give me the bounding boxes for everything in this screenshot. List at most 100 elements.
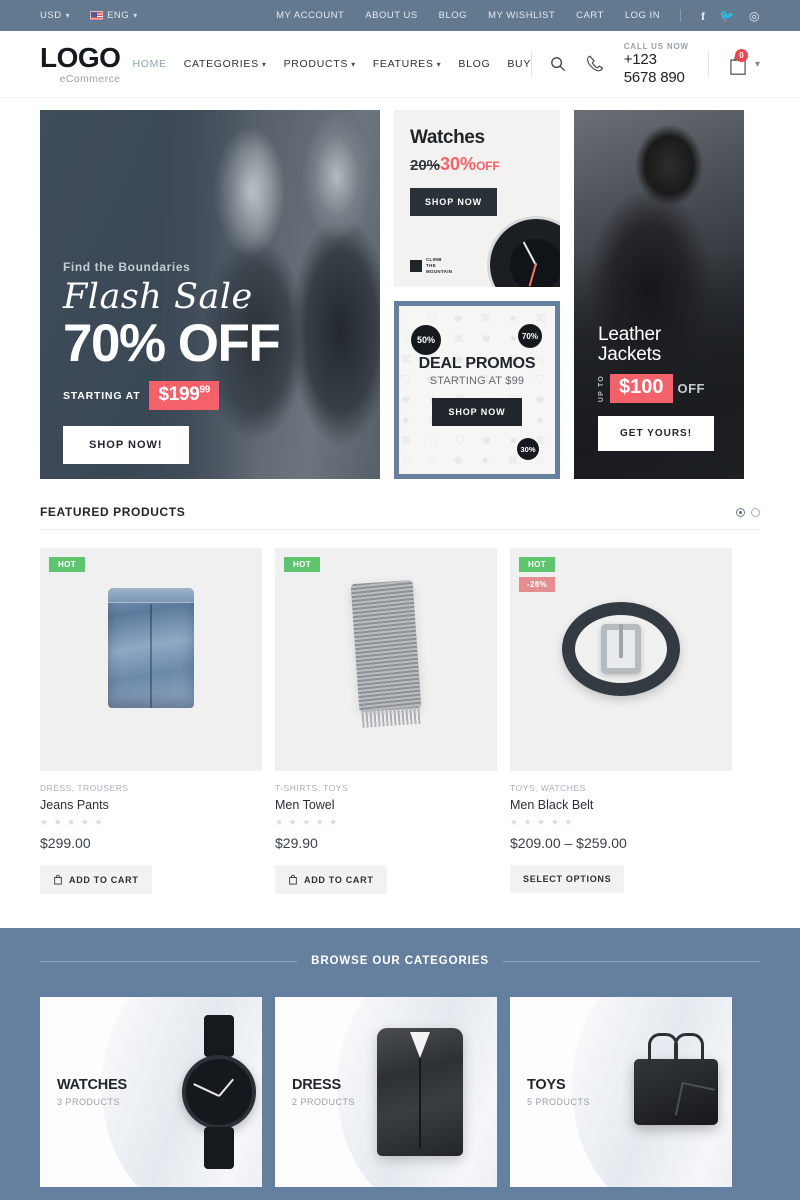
nav-item-categories[interactable]: CATEGORIES ▾	[184, 58, 267, 70]
hero-starting-label: STARTING AT	[63, 389, 141, 402]
deal-bubble-30: 30%	[517, 438, 539, 460]
select-options-button[interactable]: SELECT OPTIONS	[510, 865, 625, 893]
phone-icon[interactable]	[584, 53, 606, 75]
product-name[interactable]: Jeans Pants	[40, 798, 262, 812]
search-icon[interactable]	[550, 56, 566, 72]
watches-title: Watches	[410, 127, 485, 148]
deal-bubble-50: 50%	[411, 325, 441, 355]
top-bar-right: MY ACCOUNT ABOUT US BLOG MY WISHLIST CAR…	[276, 9, 760, 22]
category-count: 5 PRODUCTS	[527, 1097, 591, 1107]
call-us-label: CALL US NOW	[623, 42, 689, 52]
nav-item-home[interactable]: HOME	[132, 58, 166, 70]
jackets-get-yours-button[interactable]: GET YOURS!	[598, 416, 715, 451]
chevron-down-icon[interactable]: ▾	[755, 59, 760, 70]
product-card[interactable]: HOT DRESS, TROUSERS Jeans Pants ★ ★ ★ ★ …	[40, 548, 262, 894]
jackets-copy: Leather Jackets UP TO $100 OFF GET YOURS…	[598, 324, 715, 451]
hero-flash-sale-banner[interactable]: Find the Boundaries Flash Sale 70% OFF S…	[40, 110, 380, 479]
jackets-off-label: OFF	[677, 381, 705, 396]
product-category[interactable]: T-SHIRTS, TOYS	[275, 783, 497, 793]
hero-copy: Find the Boundaries Flash Sale 70% OFF S…	[63, 260, 281, 464]
cart-count-badge: 0	[735, 48, 749, 62]
chevron-down-icon: ▾	[351, 59, 356, 69]
topnav-blog[interactable]: BLOG	[439, 10, 467, 21]
product-image[interactable]: HOT	[275, 548, 497, 771]
product-grid: HOT DRESS, TROUSERS Jeans Pants ★ ★ ★ ★ …	[0, 530, 800, 894]
handbag-flap	[674, 1081, 716, 1123]
nav-label: CATEGORIES	[183, 58, 259, 70]
watches-promo-banner[interactable]: Watches 20% 30% OFF SHOP NOW CLIMB THE MOU…	[394, 110, 560, 287]
instagram-icon[interactable]: ◎	[749, 10, 760, 22]
product-price: $209.00 – $259.00	[510, 835, 627, 851]
topnav-cart[interactable]: CART	[576, 10, 604, 21]
nav-label: HOME	[132, 58, 167, 70]
climb-logo-mark	[410, 259, 422, 272]
jackets-title-line2: Jackets	[598, 344, 662, 366]
topnav-my-account[interactable]: MY ACCOUNT	[276, 10, 344, 21]
jackets-title: Leather Jackets	[598, 324, 714, 366]
hero-shop-now-button[interactable]: SHOP NOW!	[63, 426, 189, 464]
jackets-amount-badge: $100	[610, 374, 673, 403]
category-card-dress[interactable]: DRESS 2 PRODUCTS	[275, 997, 497, 1187]
category-name: WATCHES	[57, 1077, 128, 1093]
social-links: f 🐦 ◎	[701, 10, 760, 22]
product-card[interactable]: HOT -28% TOYS, WATCHES Men Black Belt ★ …	[510, 548, 732, 894]
product-image[interactable]: HOT	[40, 548, 262, 771]
featured-products-title: FEATURED PRODUCTS	[40, 505, 186, 519]
chevron-down-icon: ▾	[261, 59, 267, 69]
facebook-icon[interactable]: f	[701, 10, 706, 22]
watches-old-percent: 20%	[410, 157, 441, 174]
logo[interactable]: LOGO eCommerce	[40, 41, 121, 85]
product-badges: HOT -28%	[519, 557, 556, 592]
nav-label: BLOG	[458, 58, 491, 70]
add-to-cart-button[interactable]: ADD TO CART	[275, 865, 387, 894]
add-to-cart-button[interactable]: ADD TO CART	[40, 865, 152, 894]
add-to-cart-label: ADD TO CART	[69, 874, 139, 885]
chevron-down-icon: ▾	[436, 59, 442, 69]
nav-item-products[interactable]: PRODUCTS ▾	[284, 58, 356, 70]
language-label: ENG	[107, 10, 130, 21]
language-selector[interactable]: ENG ▾	[90, 10, 138, 21]
select-options-label: SELECT OPTIONS	[523, 874, 612, 884]
product-name[interactable]: Men Towel	[275, 798, 497, 812]
nav-item-buy[interactable]: BUY	[507, 58, 531, 70]
leather-jackets-banner[interactable]: Leather Jackets UP TO $100 OFF GET YOURS…	[574, 110, 744, 479]
carousel-dot-2[interactable]	[751, 507, 760, 517]
category-count: 2 PRODUCTS	[292, 1097, 356, 1107]
main-nav: HOME CATEGORIES ▾ PRODUCTS ▾ FEATURES ▾ …	[132, 58, 531, 70]
deal-shop-now-button[interactable]: SHOP NOW	[432, 397, 522, 426]
hero-kicker: Find the Boundaries	[63, 260, 191, 274]
nav-item-blog[interactable]: BLOG	[458, 58, 490, 70]
shopping-bag-icon	[54, 874, 62, 885]
category-card-watches[interactable]: WATCHES 3 PRODUCTS	[40, 997, 262, 1187]
nav-item-features[interactable]: FEATURES ▾	[373, 58, 442, 70]
carousel-dot-1[interactable]	[736, 507, 745, 517]
product-category[interactable]: TOYS, WATCHES	[510, 783, 732, 793]
climb-the-mountain-logo: CLIMB THE MOUNTAIN	[410, 257, 452, 275]
product-image[interactable]: HOT -28%	[510, 548, 732, 771]
cart-button[interactable]: 0 ▾	[727, 48, 760, 76]
topnav-log-in[interactable]: LOG IN	[625, 10, 660, 21]
twitter-icon[interactable]: 🐦	[720, 10, 735, 22]
climb-logo-text: CLIMB THE MOUNTAIN	[426, 256, 453, 274]
category-card-toys[interactable]: TOYS 5 PRODUCTS	[510, 997, 732, 1187]
product-badges: HOT	[49, 557, 86, 572]
add-to-cart-label: ADD TO CART	[304, 874, 374, 885]
product-card[interactable]: HOT T-SHIRTS, TOYS Men Towel ★ ★ ★ ★ ★ $…	[275, 548, 497, 894]
logo-text: LOGO	[40, 41, 121, 73]
phone-number[interactable]: +123 5678 890	[624, 51, 691, 86]
product-category[interactable]: DRESS, TROUSERS	[40, 783, 262, 793]
watches-shop-now-button[interactable]: SHOP NOW	[410, 188, 498, 216]
hot-badge: HOT	[284, 557, 321, 572]
topnav-about-us[interactable]: ABOUT US	[365, 10, 417, 21]
watches-off-label: OFF	[476, 159, 500, 173]
deal-bubble-70: 70%	[518, 324, 542, 348]
category-text: TOYS 5 PRODUCTS	[527, 1077, 590, 1107]
currency-selector[interactable]: USD ▾	[40, 10, 70, 21]
hot-badge: HOT	[49, 557, 86, 572]
handbag	[634, 1033, 718, 1125]
topnav-my-wishlist[interactable]: MY WISHLIST	[488, 10, 555, 21]
product-name[interactable]: Men Black Belt	[510, 798, 732, 812]
nav-label: PRODUCTS	[283, 58, 349, 70]
jacket-graphic	[377, 1028, 463, 1156]
deal-promos-banner[interactable]: ☆ ⛉ ♚ ⌘ ★ ⌘ ☆ ⛉ ⌘ ♚ ★ ☆ ⌘ ⛉ ♚ ★ ⌘ ☆ ⛉ ♚ …	[394, 301, 560, 479]
